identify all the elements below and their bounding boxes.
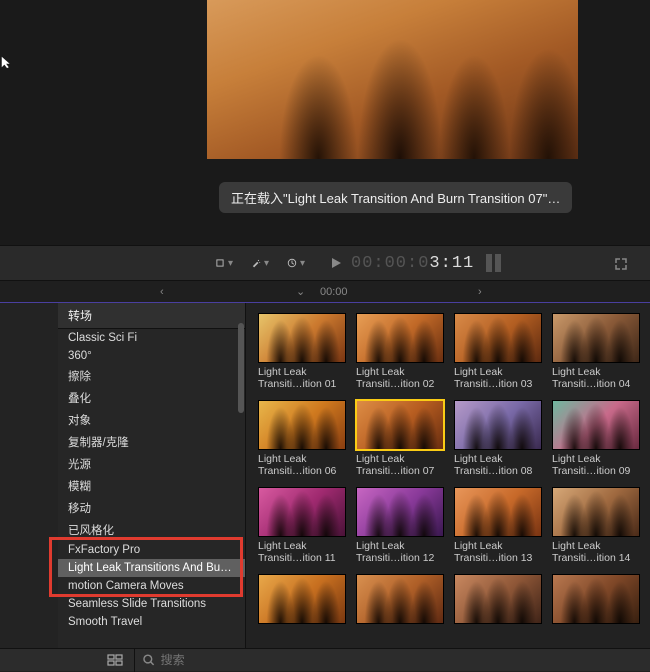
transition-thumb[interactable] (552, 313, 640, 363)
effects-browser: 转场 Classic Sci Fi360°擦除叠化对象复制器/克隆光源模糊移动已… (0, 303, 650, 648)
transition-label: Light LeakTransiti…ition 12 (356, 540, 444, 564)
loading-status: 正在载入"Light Leak Transition And Burn Tran… (219, 182, 572, 213)
sidebar-list: Classic Sci Fi360°擦除叠化对象复制器/克隆光源模糊移动已风格化… (58, 329, 245, 631)
transition-label: Light LeakTransiti…ition 03 (454, 366, 542, 390)
transition-thumb[interactable] (356, 313, 444, 363)
transition-label: Light LeakTransiti…ition 01 (258, 366, 346, 390)
transition-label: Light LeakTransiti…ition 08 (454, 453, 542, 477)
transition-thumb[interactable] (258, 574, 346, 624)
transition-cell[interactable] (454, 574, 542, 624)
transition-thumb[interactable] (552, 487, 640, 537)
transition-cell[interactable]: Light LeakTransiti…ition 11 (258, 487, 346, 564)
transition-cell[interactable] (356, 574, 444, 624)
transition-label: Light LeakTransiti…ition 09 (552, 453, 640, 477)
transition-cell[interactable] (552, 574, 640, 624)
view-mode-button[interactable] (95, 649, 135, 672)
transition-label: Light LeakTransiti…ition 13 (454, 540, 542, 564)
transition-label: Light LeakTransiti…ition 11 (258, 540, 346, 564)
sidebar-item[interactable]: 擦除 (58, 365, 245, 387)
sidebar-item[interactable]: 已风格化 (58, 519, 245, 541)
transition-cell[interactable]: Light LeakTransiti…ition 12 (356, 487, 444, 564)
sidebar-item[interactable]: 复制器/克隆 (58, 431, 245, 453)
transition-cell[interactable]: Light LeakTransiti…ition 03 (454, 313, 542, 390)
transition-cell[interactable]: Light LeakTransiti…ition 01 (258, 313, 346, 390)
transition-thumb[interactable] (454, 400, 542, 450)
transition-thumb[interactable] (356, 487, 444, 537)
transition-thumb[interactable] (454, 313, 542, 363)
crop-tool-button[interactable]: ▾ (215, 254, 233, 272)
sidebar-item[interactable]: 模糊 (58, 475, 245, 497)
search-field-wrap[interactable] (135, 653, 650, 667)
transition-label: Light LeakTransiti…ition 14 (552, 540, 640, 564)
sidebar-item[interactable]: motion Camera Moves (58, 577, 245, 595)
timeline-ruler[interactable]: ‹ ⌄ 00:00 › (0, 281, 650, 303)
transition-thumb[interactable] (356, 400, 444, 450)
transition-label: Light LeakTransiti…ition 02 (356, 366, 444, 390)
transition-cell[interactable]: Light LeakTransiti…ition 08 (454, 400, 542, 477)
transition-cell[interactable]: Light LeakTransiti…ition 02 (356, 313, 444, 390)
transition-thumb[interactable] (258, 313, 346, 363)
timecode-bright: 3:11 (429, 254, 474, 273)
transition-cell[interactable]: Light LeakTransiti…ition 09 (552, 400, 640, 477)
sidebar-scrollbar[interactable] (238, 323, 244, 413)
transitions-grid: Light LeakTransiti…ition 01 Light LeakTra… (246, 303, 650, 648)
sidebar-item[interactable]: 叠化 (58, 387, 245, 409)
viewer-toolbar: ▾ ▾ ▾ 00:00:03:11 (0, 245, 650, 281)
sidebar-item[interactable]: Classic Sci Fi (58, 329, 245, 347)
ruler-center-label: 00:00 (320, 286, 348, 298)
search-input[interactable] (161, 653, 642, 667)
ruler-marker-icon[interactable]: ⌄ (296, 285, 305, 298)
transition-cell[interactable]: Light LeakTransiti…ition 04 (552, 313, 640, 390)
viewer-area: 正在载入"Light Leak Transition And Burn Tran… (0, 0, 650, 245)
sidebar-item[interactable]: Seamless Slide Transitions (58, 595, 245, 613)
transition-cell[interactable]: Light LeakTransiti…ition 06 (258, 400, 346, 477)
transitions-sidebar: 转场 Classic Sci Fi360°擦除叠化对象复制器/克隆光源模糊移动已… (58, 303, 245, 648)
transition-cell[interactable] (258, 574, 346, 624)
fullscreen-button[interactable] (612, 255, 630, 273)
timecode-dim: 00:00:0 (351, 254, 429, 273)
transition-thumb[interactable] (552, 574, 640, 624)
sidebar-item[interactable]: FxFactory Pro (58, 541, 245, 559)
transition-thumb[interactable] (356, 574, 444, 624)
skim-indicator[interactable] (486, 254, 501, 272)
sidebar-item[interactable]: 光源 (58, 453, 245, 475)
ruler-prev-icon[interactable]: ‹ (160, 286, 164, 298)
transition-label: Light LeakTransiti…ition 06 (258, 453, 346, 477)
sidebar-item[interactable]: 对象 (58, 409, 245, 431)
transition-thumb[interactable] (454, 487, 542, 537)
play-button[interactable] (327, 254, 345, 272)
sidebar-item[interactable]: Smooth Travel (58, 613, 245, 631)
search-icon (143, 654, 155, 666)
sidebar-item[interactable]: 360° (58, 347, 245, 365)
transition-label: Light LeakTransiti…ition 04 (552, 366, 640, 390)
cursor-icon (0, 55, 14, 69)
transition-thumb[interactable] (258, 400, 346, 450)
sidebar-header: 转场 (58, 303, 245, 329)
transition-thumb[interactable] (552, 400, 640, 450)
transition-thumb[interactable] (454, 574, 542, 624)
browser-bottom-bar (0, 648, 650, 671)
transition-thumb[interactable] (258, 487, 346, 537)
enhance-tool-button[interactable]: ▾ (251, 254, 269, 272)
timecode-display[interactable]: 00:00:03:11 (351, 254, 474, 273)
transition-cell[interactable]: Light LeakTransiti…ition 14 (552, 487, 640, 564)
transition-cell[interactable]: Light LeakTransiti…ition 13 (454, 487, 542, 564)
video-preview[interactable] (207, 0, 578, 159)
transition-cell[interactable]: Light LeakTransiti…ition 07 (356, 400, 444, 477)
sidebar-item[interactable]: Light Leak Transitions And Burn… (58, 559, 245, 577)
sidebar-item[interactable]: 移动 (58, 497, 245, 519)
ruler-next-icon[interactable]: › (478, 286, 482, 298)
transition-label: Light LeakTransiti…ition 07 (356, 453, 444, 477)
retime-tool-button[interactable]: ▾ (287, 254, 305, 272)
